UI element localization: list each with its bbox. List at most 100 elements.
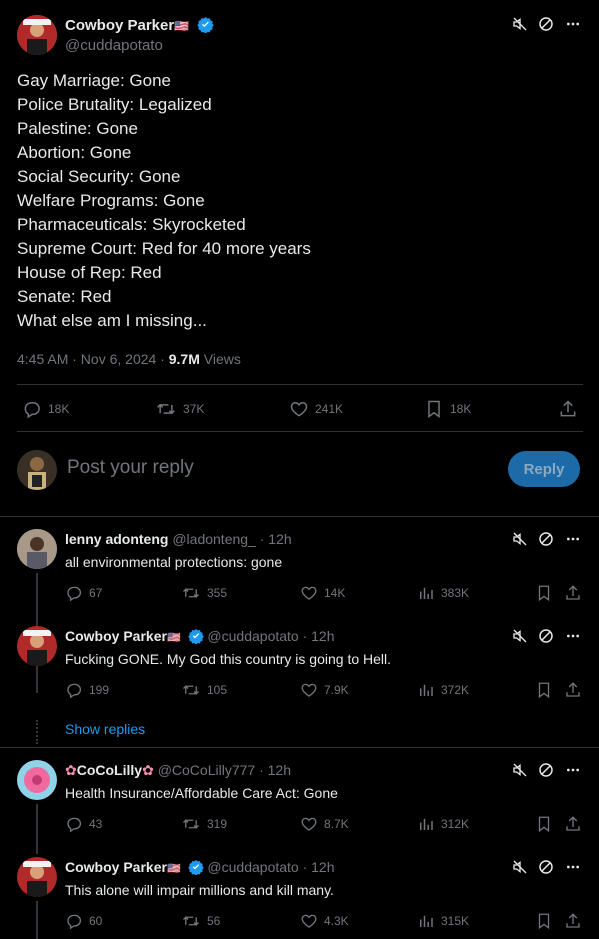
views-chart-icon	[417, 912, 435, 930]
repost-action[interactable]: 355	[181, 584, 227, 602]
bookmark-action[interactable]	[535, 584, 553, 602]
bookmark-icon	[424, 399, 444, 419]
like-action[interactable]: 241K	[289, 399, 343, 419]
views-action[interactable]: 372K	[417, 681, 469, 699]
reply-top-actions	[512, 531, 582, 547]
repost-action[interactable]: 319	[181, 815, 227, 833]
view-count: 315K	[441, 914, 470, 928]
bookmark-action[interactable]: 18K	[424, 399, 471, 419]
tweet-body: Gay Marriage: Gone Police Brutality: Leg…	[17, 69, 577, 333]
mute-icon[interactable]	[512, 531, 528, 547]
tweet-action-bar: 18K 37K 241K 18K	[17, 397, 583, 421]
reply-author-name[interactable]: lenny adonteng	[65, 531, 168, 547]
reply-author-name[interactable]: CoCoLilly	[77, 762, 142, 778]
reply-time[interactable]: · 12h	[303, 859, 335, 875]
author-name[interactable]: Cowboy Parker	[65, 17, 174, 34]
like-action[interactable]: 4.3K	[300, 912, 349, 930]
more-options-icon[interactable]	[564, 628, 582, 644]
reply-author-handle[interactable]: @cuddapotato	[207, 859, 298, 875]
block-icon[interactable]	[538, 16, 554, 32]
current-user-avatar[interactable]	[17, 450, 57, 490]
bookmark-action[interactable]	[535, 912, 553, 930]
bookmark-icon	[535, 681, 553, 699]
block-icon[interactable]	[538, 628, 554, 644]
bookmark-action[interactable]	[535, 681, 553, 699]
reply-time[interactable]: · 12h	[260, 531, 292, 547]
repost-icon	[181, 912, 201, 930]
repost-count: 37K	[183, 402, 205, 416]
like-count: 241K	[315, 402, 344, 416]
reply-action[interactable]: 18K	[22, 399, 69, 419]
reply-icon	[65, 584, 83, 602]
block-icon[interactable]	[538, 859, 554, 875]
more-options-icon[interactable]	[564, 16, 582, 32]
block-icon[interactable]	[538, 531, 554, 547]
reply-time[interactable]: · 12h	[259, 762, 291, 778]
flower-icon: ✿	[142, 762, 154, 778]
reply-top-actions	[512, 762, 582, 778]
more-options-icon[interactable]	[564, 859, 582, 875]
bookmark-action[interactable]	[535, 815, 553, 833]
reply-avatar[interactable]	[17, 626, 57, 666]
share-action[interactable]	[564, 912, 582, 930]
reply-top-actions	[512, 859, 582, 875]
view-count: 383K	[441, 586, 470, 600]
like-count: 7.9K	[324, 683, 349, 697]
views-action[interactable]: 315K	[417, 912, 469, 930]
mute-icon[interactable]	[512, 16, 528, 32]
reply-count: 43	[89, 817, 103, 831]
share-action[interactable]	[564, 681, 582, 699]
views-action[interactable]: 312K	[417, 815, 469, 833]
author-handle[interactable]: @cuddapotato	[65, 37, 163, 54]
reply-author-handle[interactable]: @cuddapotato	[207, 628, 298, 644]
mute-icon[interactable]	[512, 628, 528, 644]
reply-icon	[65, 912, 83, 930]
tweet-top-actions	[512, 16, 582, 32]
reply-author-name[interactable]: Cowboy Parker	[65, 628, 167, 644]
repost-icon	[155, 399, 177, 419]
reply-header: Cowboy Parker🇺🇸 @cuddapotato · 12h	[65, 628, 335, 647]
tweet-timestamp[interactable]: 4:45 AM · Nov 6, 2024 ·	[17, 351, 169, 367]
repost-action[interactable]: 56	[181, 912, 220, 930]
bookmark-icon	[535, 584, 553, 602]
tweet-line: Senate: Red	[17, 287, 112, 306]
more-options-icon[interactable]	[564, 762, 582, 778]
reply-avatar[interactable]	[17, 857, 57, 897]
reply-avatar[interactable]	[17, 760, 57, 800]
share-action[interactable]	[564, 584, 582, 602]
repost-count: 319	[207, 817, 228, 831]
author-flag: 🇺🇸	[166, 863, 181, 875]
mute-icon[interactable]	[512, 859, 528, 875]
show-replies-link[interactable]: Show replies	[65, 721, 145, 737]
views-action[interactable]: 383K	[417, 584, 469, 602]
like-action[interactable]: 8.7K	[300, 815, 349, 833]
author-avatar[interactable]	[17, 15, 57, 55]
like-action[interactable]: 7.9K	[300, 681, 349, 699]
divider	[0, 747, 599, 748]
reply-author-handle[interactable]: @CoCoLilly777	[158, 762, 255, 778]
mute-icon[interactable]	[512, 762, 528, 778]
reply-author-handle[interactable]: @ladonteng_	[172, 531, 256, 547]
like-action[interactable]: 14K	[300, 584, 345, 602]
share-icon	[564, 815, 582, 833]
more-options-icon[interactable]	[564, 531, 582, 547]
reply-header: Cowboy Parker🇺🇸 @cuddapotato · 12h	[65, 859, 335, 878]
thread-line	[36, 901, 38, 939]
repost-action[interactable]: 37K	[155, 399, 204, 419]
reply-action[interactable]: 60	[65, 912, 102, 930]
reply-input[interactable]: Post your reply	[67, 457, 194, 479]
reply-avatar[interactable]	[17, 529, 57, 569]
reply-action[interactable]: 43	[65, 815, 102, 833]
reply-author-name[interactable]: Cowboy Parker	[65, 859, 167, 875]
like-count: 8.7K	[324, 817, 349, 831]
reply-action-bar: 199 105 7.9K 372K	[65, 681, 583, 701]
block-icon[interactable]	[538, 762, 554, 778]
share-action[interactable]	[558, 399, 578, 419]
reply-action[interactable]: 199	[65, 681, 109, 699]
repost-action[interactable]: 105	[181, 681, 227, 699]
reply-button[interactable]: Reply	[508, 451, 580, 487]
reply-time[interactable]: · 12h	[303, 628, 335, 644]
share-action[interactable]	[564, 815, 582, 833]
reply-action[interactable]: 67	[65, 584, 102, 602]
reply-action-bar: 67 355 14K 383K	[65, 584, 583, 604]
